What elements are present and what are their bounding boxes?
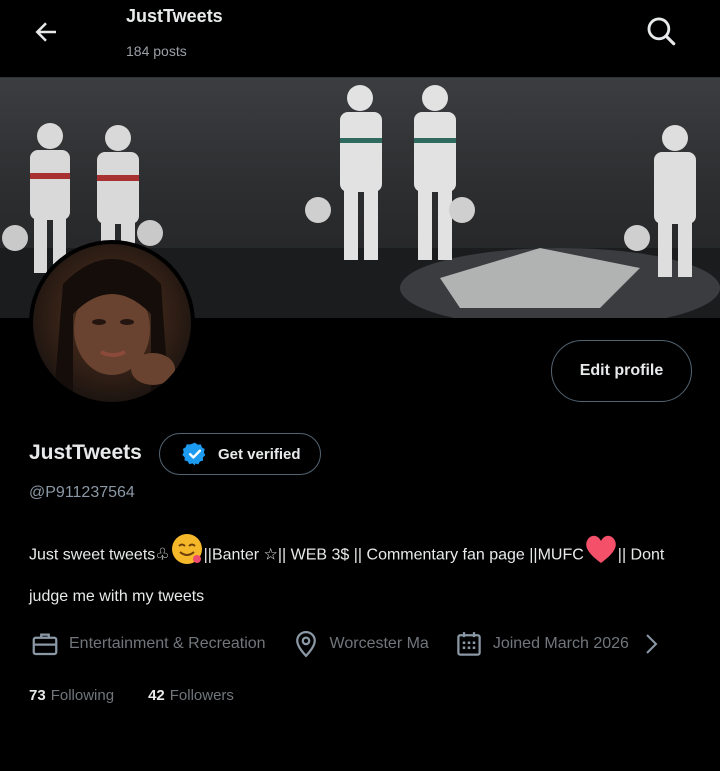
joined-item: Joined March 2026 — [453, 628, 629, 660]
get-verified-button[interactable]: Get verified — [159, 433, 321, 475]
location-label: Worcester Ma — [329, 635, 429, 652]
smiling-face-emoji-icon — [170, 532, 204, 579]
bio: Just sweet tweets♧ ||Banter ☆|| WEB 3$ ||… — [29, 532, 679, 614]
briefcase-icon — [29, 628, 61, 660]
followers-count: 42 — [148, 687, 165, 704]
followers-label: Followers — [169, 687, 234, 704]
following-label: Following — [50, 687, 115, 704]
edit-profile-button[interactable]: Edit profile — [551, 340, 692, 402]
category-item: Entertainment & Recreation — [29, 628, 266, 660]
bio-text-2: ||Banter ☆|| WEB 3$ || Commentary fan pa… — [203, 546, 584, 564]
avatar[interactable] — [29, 240, 195, 406]
verified-badge-icon — [182, 442, 206, 466]
arrow-left-icon — [35, 22, 56, 42]
following-count: 73 — [29, 687, 46, 704]
location-pin-icon — [290, 628, 322, 660]
top-bar: JustTweets 184 posts — [0, 0, 720, 78]
header-title: JustTweets — [126, 6, 223, 26]
follow-stats: 73 Following 42 Followers — [29, 687, 234, 704]
avatar-image — [33, 244, 191, 402]
following-link[interactable]: 73 Following — [29, 687, 114, 704]
post-count: 184 posts — [126, 43, 187, 59]
get-verified-label: Get verified — [218, 445, 301, 463]
chevron-right-icon[interactable] — [639, 630, 663, 658]
red-heart-emoji-icon — [584, 533, 618, 578]
profile-meta: Entertainment & Recreation Worcester Ma … — [29, 624, 663, 664]
joined-label: Joined March 2026 — [492, 635, 629, 652]
search-icon — [647, 17, 676, 46]
location-item: Worcester Ma — [290, 628, 429, 660]
bio-text-1: Just sweet tweets♧ — [29, 546, 170, 564]
search-button[interactable] — [642, 12, 680, 50]
display-name: JustTweets — [29, 441, 142, 464]
calendar-icon — [453, 628, 485, 660]
followers-link[interactable]: 42 Followers — [148, 687, 234, 704]
user-handle: @P911237564 — [29, 484, 135, 501]
back-button[interactable] — [28, 14, 64, 50]
category-label: Entertainment & Recreation — [69, 635, 266, 652]
